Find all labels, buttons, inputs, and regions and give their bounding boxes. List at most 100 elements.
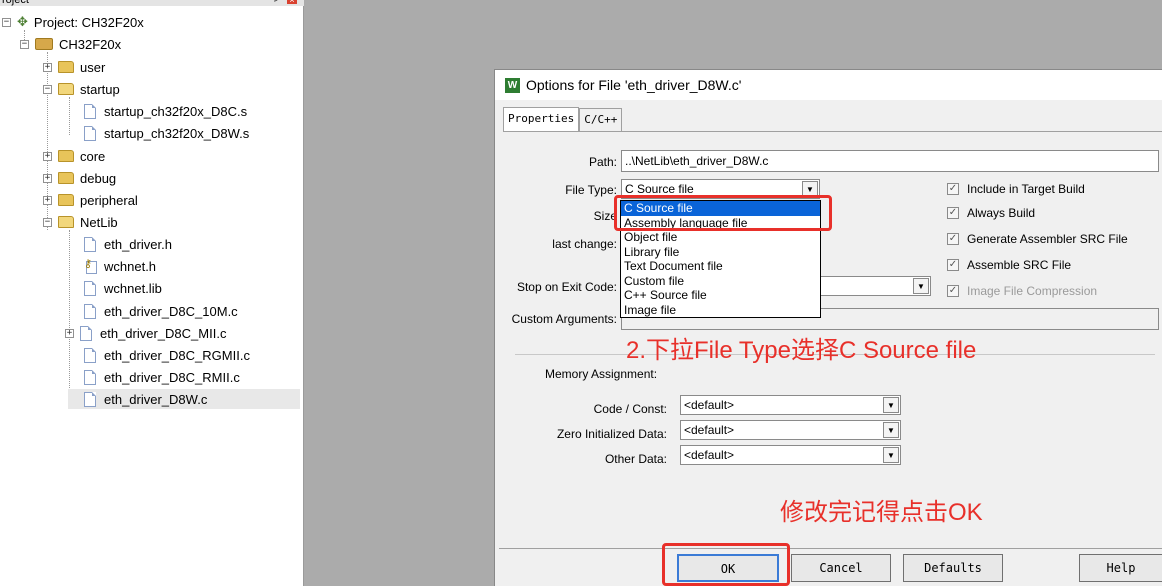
- tree-item-file[interactable]: eth_driver_D8C_RMII.c: [84, 367, 240, 387]
- checkbox-label: Assemble SRC File: [967, 258, 1072, 272]
- checkbox-label: Always Build: [967, 206, 1036, 220]
- highlight-box-ok: [662, 543, 790, 586]
- tree-item-target[interactable]: − CH32F20x: [20, 34, 121, 54]
- project-icon: ✥: [17, 14, 28, 29]
- divider: [499, 548, 1162, 549]
- option-text-document[interactable]: Text Document file: [621, 259, 820, 274]
- option-custom[interactable]: Custom file: [621, 274, 820, 289]
- check-icon: ✓: [947, 285, 959, 297]
- tree-label: CH32F20x: [59, 36, 122, 52]
- tree-label: wchnet.lib: [104, 280, 162, 296]
- size-label: Size: [593, 209, 617, 223]
- checkbox-label: Include in Target Build: [967, 182, 1085, 196]
- tree-label: eth_driver_D8C_10M.c: [104, 303, 238, 319]
- file-icon: [84, 391, 96, 407]
- tree-label: startup_ch32f20x_D8W.s: [104, 125, 250, 141]
- tree-item-folder-debug[interactable]: + debug: [43, 168, 116, 188]
- file-icon: [84, 280, 96, 296]
- always-build-checkbox[interactable]: ✓ Always Build: [947, 206, 1035, 220]
- tab-c-cpp[interactable]: C/C++: [579, 108, 623, 132]
- folder-icon: [58, 194, 74, 206]
- target-icon: [35, 38, 53, 50]
- help-button[interactable]: Help: [1079, 554, 1162, 582]
- select-value: <default>: [684, 423, 735, 437]
- expand-icon[interactable]: +: [43, 62, 52, 72]
- folder-open-icon: [58, 216, 74, 228]
- expand-icon[interactable]: +: [65, 328, 74, 338]
- code-const-label: Code / Const:: [593, 402, 667, 416]
- tree-label: debug: [80, 170, 117, 186]
- file-icon: [80, 325, 92, 341]
- key-file-icon: ⚷: [84, 258, 98, 274]
- tree-item-folder-core[interactable]: + core: [43, 146, 105, 166]
- chevron-down-icon[interactable]: ▼: [883, 447, 899, 463]
- chevron-down-icon[interactable]: ▼: [913, 278, 929, 294]
- folder-icon: [58, 150, 74, 162]
- collapse-icon[interactable]: −: [20, 39, 29, 49]
- cancel-button[interactable]: Cancel: [791, 554, 891, 582]
- project-panel: roject ᵖ × − ✥ Project: CH32F20x − CH32F…: [0, 0, 304, 586]
- file-type-label: File Type:: [565, 183, 617, 197]
- option-object[interactable]: Object file: [621, 230, 820, 245]
- tree-item-file[interactable]: ⚷ wchnet.h: [84, 256, 156, 276]
- select-value: <default>: [684, 398, 735, 412]
- expand-icon[interactable]: +: [43, 151, 52, 161]
- custom-arguments-label: Custom Arguments:: [511, 312, 617, 326]
- stop-on-exit-label: Stop on Exit Code:: [516, 280, 617, 294]
- tree-label: startup: [80, 81, 120, 97]
- tree-connector: [69, 97, 70, 135]
- annotation-note-1: 2.下拉File Type选择C Source file: [626, 337, 977, 364]
- tree-item-folder-user[interactable]: + user: [43, 57, 105, 77]
- tree-item-file[interactable]: startup_ch32f20x_D8C.s: [84, 101, 247, 121]
- expand-icon[interactable]: +: [43, 173, 52, 183]
- last-change-label: last change:: [552, 237, 617, 251]
- generate-assembler-checkbox[interactable]: ✓ Generate Assembler SRC File: [947, 232, 1128, 246]
- tree-item-folder-peripheral[interactable]: + peripheral: [43, 190, 138, 210]
- collapse-icon[interactable]: −: [43, 217, 52, 227]
- tree-label: eth_driver_D8C_MII.c: [100, 325, 227, 341]
- tree-label: core: [80, 148, 106, 164]
- expand-icon[interactable]: +: [43, 195, 52, 205]
- code-const-select[interactable]: <default> ▼: [680, 395, 901, 415]
- tree-item-file[interactable]: startup_ch32f20x_D8W.s: [84, 123, 249, 143]
- tree-label: user: [80, 59, 106, 75]
- collapse-icon[interactable]: −: [2, 17, 11, 27]
- tree-label: eth_driver.h: [104, 236, 172, 252]
- assemble-src-checkbox[interactable]: ✓ Assemble SRC File: [947, 258, 1071, 272]
- tree-item-file-selected[interactable]: eth_driver_D8W.c: [68, 389, 300, 409]
- include-in-build-checkbox[interactable]: ✓ Include in Target Build: [947, 182, 1085, 196]
- path-label: Path:: [588, 155, 617, 169]
- path-field[interactable]: ..\NetLib\eth_driver_D8W.c: [621, 150, 1159, 172]
- chevron-down-icon[interactable]: ▼: [883, 397, 899, 413]
- tree-item-file[interactable]: eth_driver_D8C_10M.c: [84, 301, 238, 321]
- tree-item-file[interactable]: + eth_driver_D8C_MII.c: [65, 323, 226, 343]
- panel-title: roject: [0, 0, 304, 6]
- zero-init-select[interactable]: <default> ▼: [680, 420, 901, 440]
- image-compression-checkbox: ✓ Image File Compression: [947, 284, 1097, 298]
- tree-label: eth_driver_D8C_RGMII.c: [104, 347, 250, 363]
- pin-icon[interactable]: ᵖ: [271, 0, 281, 5]
- tree-item-file[interactable]: eth_driver.h: [84, 234, 172, 254]
- chevron-down-icon[interactable]: ▼: [883, 422, 899, 438]
- tree-connector: [69, 230, 70, 402]
- checkbox-label: Generate Assembler SRC File: [967, 232, 1128, 246]
- tree-label: eth_driver_D8C_RMII.c: [104, 369, 240, 385]
- close-icon[interactable]: ×: [287, 0, 297, 5]
- tab-properties[interactable]: Properties: [503, 107, 580, 131]
- tree-item-folder-startup[interactable]: − startup: [43, 79, 120, 99]
- tree-item-project-root[interactable]: − ✥ Project: CH32F20x: [2, 12, 144, 32]
- tree-label: wchnet.h: [104, 258, 157, 274]
- panel-buttons: ᵖ ×: [271, 0, 297, 5]
- collapse-icon[interactable]: −: [43, 84, 52, 94]
- defaults-button[interactable]: Defaults: [903, 554, 1003, 582]
- other-data-select[interactable]: <default> ▼: [680, 445, 901, 465]
- select-value: <default>: [684, 448, 735, 462]
- tree-item-file[interactable]: eth_driver_D8C_RGMII.c: [84, 345, 250, 365]
- tree-label: eth_driver_D8W.c: [104, 391, 208, 407]
- option-cpp-source[interactable]: C++ Source file: [621, 288, 820, 303]
- file-icon: [84, 103, 96, 119]
- option-image[interactable]: Image file: [621, 303, 820, 318]
- tree-item-folder-netlib[interactable]: − NetLib: [43, 212, 118, 232]
- tree-item-file[interactable]: wchnet.lib: [84, 278, 162, 298]
- option-library[interactable]: Library file: [621, 245, 820, 260]
